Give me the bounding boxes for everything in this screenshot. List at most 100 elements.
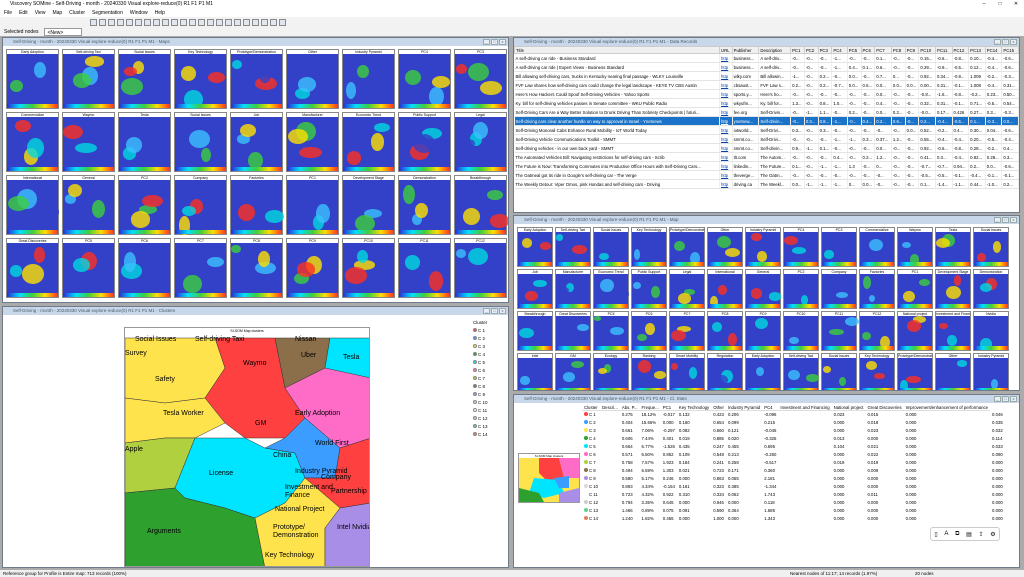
cluster-legend-item[interactable]: C 13 [473,423,507,431]
floating-toolbar[interactable]: ▯ A ⧉ ▤ ⇪ ⚙ [930,527,1000,541]
toolbar-button-icon[interactable] [279,19,286,26]
toolbar-button-icon[interactable] [198,19,205,26]
table-cell[interactable]: http [719,89,733,99]
stats-row[interactable]: C 4 0.606 7.44% 0.401 0.019 0.886 0.020 -0.325 0… [582,435,1005,443]
map-thumbnail[interactable]: Social Issues [821,353,857,390]
map-tile[interactable]: Development Stage [342,175,395,235]
map-thumbnail[interactable]: Great Discoveries [555,311,591,351]
toolbar-button-icon[interactable] [216,19,223,26]
stats-row[interactable]: C 3 0.661 7.06% -0.297 0.082 0.660 0.121 -0.045… [582,427,1005,435]
menu-item[interactable]: File [4,9,12,17]
share-icon[interactable]: ⇪ [978,531,983,538]
map-tile[interactable]: PC5 [62,238,115,298]
map-tile[interactable]: Demonstration [398,175,451,235]
table-row[interactable]: Ky. bill for self-driving vehicles passe… [514,98,1019,108]
map-thumbnail[interactable]: Social Issues [973,227,1009,267]
close-icon[interactable]: x [499,39,506,45]
stats-column-header[interactable]: Improvement/enhancement of performance [903,405,991,411]
map-tile[interactable]: PC4 [398,49,451,109]
cluster-legend-item[interactable]: C 12 [473,415,507,423]
table-row[interactable]: A self-driving car ride - Business Stand… [514,53,1019,63]
map-tile[interactable]: Breakthrough [454,175,508,235]
copy-icon[interactable]: ⧉ [955,531,959,538]
map-tile[interactable]: PC3 [454,49,507,109]
map-tile[interactable]: Great Discoveries [6,238,59,298]
map-thumbnail[interactable]: Early Adoption [517,227,553,267]
cluster-legend-item[interactable]: C 9 [473,391,507,399]
maps-window[interactable]: Self-Driving - month - 20240330 Visual e… [2,37,509,303]
toolbar-button-icon[interactable] [243,19,250,26]
minimize-icon[interactable]: _ [994,396,1001,402]
map-thumbnail[interactable]: Self-driving Taxi [783,353,819,390]
toolbar-button-icon[interactable] [144,19,151,26]
toolbar-button-icon[interactable] [90,19,97,26]
map-thumbnail[interactable]: Commercialize [859,227,895,267]
cluster-legend-item[interactable]: C 4 [473,351,507,359]
toolbar-button-icon[interactable] [207,19,214,26]
column-header[interactable]: PC1 [790,46,805,54]
map-thumbnail[interactable]: Key Technology [859,353,895,390]
menu-item[interactable]: Edit [19,9,28,17]
map-tile[interactable]: General [62,175,115,235]
close-icon[interactable]: x [1010,217,1017,223]
stats-column-header[interactable]: Other [711,405,726,411]
table-cell[interactable]: http [719,62,733,72]
map-thumbnail[interactable]: Demonstration [973,269,1009,309]
map-thumbnail[interactable]: Public Support [631,269,667,309]
toolbar-button-icon[interactable] [252,19,259,26]
minimize-icon[interactable]: _ [994,217,1001,223]
column-header[interactable]: PC13 [968,46,986,54]
map-thumbnail[interactable]: PC1 [897,269,933,309]
map-tile[interactable]: Manufacturer [286,112,339,172]
map-thumbnail[interactable]: PC8 [707,311,743,351]
table-row[interactable]: FVF Law shares how self-driving cars cou… [514,80,1019,90]
toolbar-button-icon[interactable] [99,19,106,26]
map-thumbnail[interactable]: Other [935,353,971,390]
map-thumbnail[interactable]: Early Adoption [745,353,781,390]
settings-icon[interactable]: ⚙ [990,531,995,538]
minimize-icon[interactable]: _ [483,308,490,314]
maximize-icon[interactable]: □ [1002,217,1009,223]
map-thumbnail[interactable]: PC4 [783,227,819,267]
cluster-legend-item[interactable]: C 5 [473,359,507,367]
map-tile[interactable]: International [6,175,60,235]
cluster-legend-item[interactable]: C 11 [473,407,507,415]
column-header[interactable]: PC14 [984,46,1003,54]
table-cell[interactable]: http [719,143,733,153]
menu-item[interactable]: Segmentation [92,9,123,17]
column-header[interactable]: URL [719,46,733,54]
toolbar-button-icon[interactable] [270,19,277,26]
ink-icon[interactable]: ▯ [934,531,937,538]
column-header[interactable]: PC6 [860,46,876,54]
table-cell[interactable]: http [719,71,733,81]
cluster-legend-item[interactable]: C 3 [473,343,507,351]
map-thumbnail[interactable]: Manufacturer [555,269,591,309]
toolbar-button-icon[interactable] [162,19,169,26]
map-tile[interactable]: Social Issues [118,49,171,109]
column-header[interactable]: PC15 [1001,46,1019,54]
column-header[interactable]: PC4 [831,46,848,54]
stats-row[interactable]: C 7 0.758 7.57% 1.923 0.184 0.241 0.258 -0.517 0… [582,459,1005,467]
map-tile[interactable]: Key Technology [174,49,227,109]
table-cell[interactable]: http [719,116,733,126]
table-row[interactable]: Self-driving vehicles - in our own back … [514,143,1019,153]
table-row[interactable]: The Future is Now: Transforming Commutes… [514,161,1019,171]
toolbar-button-icon[interactable] [261,19,268,26]
map-thumbnail[interactable]: Self-driving Taxi [555,227,591,267]
cluster-legend-item[interactable]: C 10 [473,399,507,407]
close-icon[interactable]: x [1010,396,1017,402]
maximize-icon[interactable]: □ [992,0,1008,9]
stats-column-header[interactable]: Great Discoveries [865,405,904,411]
map-thumbnail[interactable]: PC6 [631,311,667,351]
map-tile[interactable]: PC2 [118,175,171,235]
map-thumbnail[interactable]: General [745,269,782,309]
menu-item[interactable]: View [35,9,46,17]
column-header[interactable]: Description [758,46,792,54]
column-header[interactable]: PC2 [803,46,819,54]
map-thumbnail[interactable]: Industry Pyramid [745,227,781,267]
map-thumbnail[interactable]: PC11 [821,311,859,351]
map-tile[interactable]: PC12 [454,238,507,298]
cluster-legend-item[interactable]: C 8 [473,383,507,391]
map-thumbnail[interactable]: Intel [517,353,553,390]
stats-column-header[interactable]: Cluster [582,405,601,411]
